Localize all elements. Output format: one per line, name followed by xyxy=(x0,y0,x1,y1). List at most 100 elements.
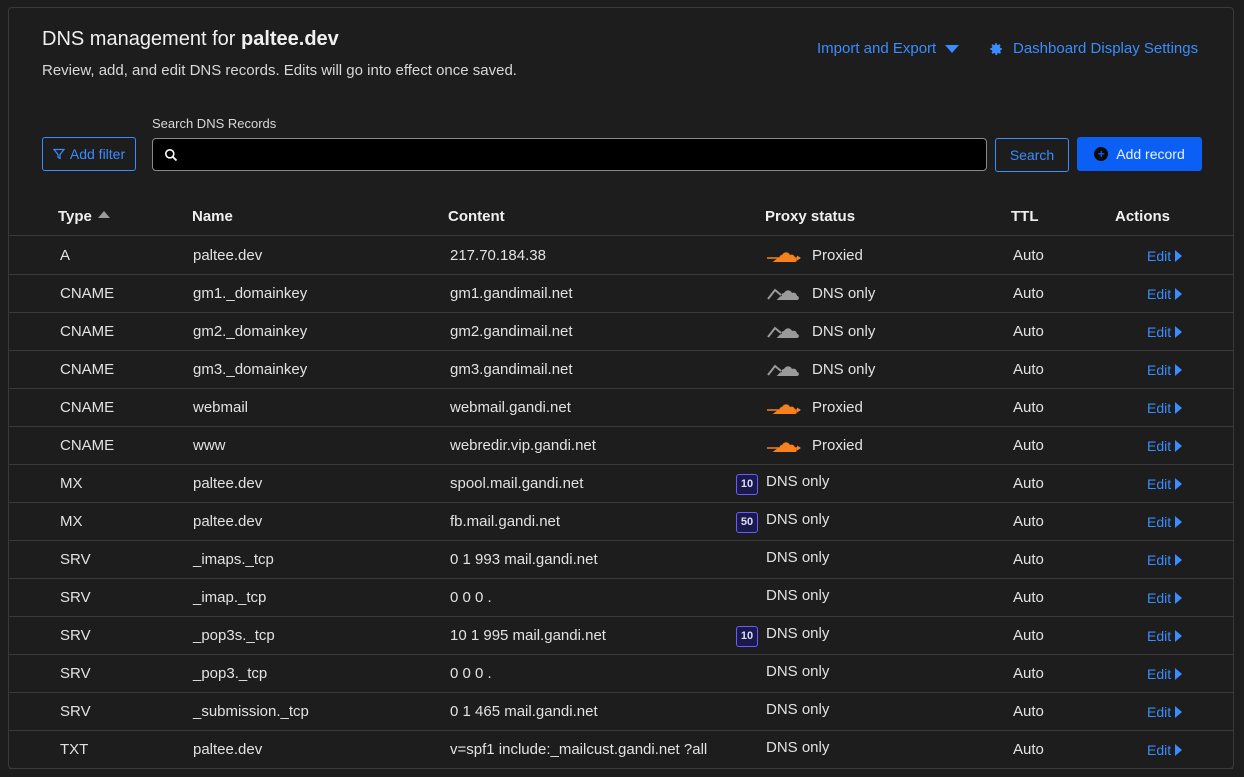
edit-button[interactable]: Edit xyxy=(1147,438,1183,454)
record-name: _imaps._tcp xyxy=(193,551,274,568)
priority-badge: 10 xyxy=(736,626,758,647)
record-ttl: Auto xyxy=(1013,589,1044,606)
chevron-right-icon xyxy=(1175,440,1183,452)
table-row: TXT paltee.dev v=spf1 include:_mailcust.ga… xyxy=(9,731,1233,769)
record-name: gm2._domainkey xyxy=(193,323,308,340)
proxy-status: DNS only xyxy=(766,663,829,680)
edit-button[interactable]: Edit xyxy=(1147,400,1183,416)
record-content: gm2.gandimail.net xyxy=(450,323,573,340)
proxy-status: Proxied xyxy=(766,435,863,455)
edit-button[interactable]: Edit xyxy=(1147,628,1183,644)
dns-management-panel: DNS management for paltee.dev Review, ad… xyxy=(8,7,1234,769)
column-header-type[interactable]: Type xyxy=(58,208,110,225)
record-name: _imap._tcp xyxy=(193,589,267,606)
edit-button[interactable]: Edit xyxy=(1147,286,1183,302)
record-content: 10 1 995 mail.gandi.net xyxy=(450,627,606,644)
record-type: TXT xyxy=(60,741,89,758)
record-content: gm3.gandimail.net xyxy=(450,361,573,378)
record-content: 0 1 465 mail.gandi.net xyxy=(450,703,598,720)
table-row: SRV _pop3._tcp 0 0 0 . DNS only Auto Edit xyxy=(9,655,1233,693)
import-export-dropdown[interactable]: Import and Export xyxy=(817,40,960,57)
edit-button[interactable]: Edit xyxy=(1147,476,1183,492)
record-type: SRV xyxy=(60,665,91,682)
proxy-status: DNS only xyxy=(766,587,829,604)
edit-button[interactable]: Edit xyxy=(1147,666,1183,682)
edit-button[interactable]: Edit xyxy=(1147,362,1183,378)
record-content: v=spf1 include:_mailcust.gandi.net ?all xyxy=(450,741,708,758)
record-name: paltee.dev xyxy=(193,475,263,492)
proxy-status-label: DNS only xyxy=(766,549,830,566)
edit-label: Edit xyxy=(1147,742,1172,758)
edit-button[interactable]: Edit xyxy=(1147,590,1183,606)
proxy-status-label: DNS only xyxy=(812,322,876,340)
edit-label: Edit xyxy=(1147,476,1172,492)
chevron-right-icon xyxy=(1175,288,1183,300)
edit-label: Edit xyxy=(1147,666,1172,682)
search-field[interactable] xyxy=(152,138,987,171)
table-row: MX paltee.dev spool.mail.gandi.net 10 DNS on… xyxy=(9,465,1233,503)
column-type-label: Type xyxy=(58,208,92,225)
plus-circle-icon: + xyxy=(1094,147,1109,161)
dashboard-display-settings-link[interactable]: Dashboard Display Settings xyxy=(989,40,1198,57)
table-row: Apaltee.dev 217.70.184.38 Proxied Auto Edit xyxy=(9,237,1233,275)
record-name: paltee.dev xyxy=(193,741,263,758)
filter-icon xyxy=(52,148,65,160)
edit-button[interactable]: Edit xyxy=(1147,514,1183,530)
column-header-ttl[interactable]: TTL xyxy=(1011,208,1039,225)
record-ttl: Auto xyxy=(1013,703,1044,720)
chevron-right-icon xyxy=(1175,744,1183,756)
record-name: paltee.dev xyxy=(193,247,263,264)
column-header-name[interactable]: Name xyxy=(192,208,233,225)
edit-label: Edit xyxy=(1147,628,1172,644)
record-type: MX xyxy=(60,513,83,530)
record-type: SRV xyxy=(60,589,91,606)
table-row: SRV _imaps._tcp 0 1 993 mail.gandi.net DNS … xyxy=(9,541,1233,579)
add-record-label: Add record xyxy=(1116,146,1185,162)
table-row: SRV _submission._tcp 0 1 465 mail.gandi.ne… xyxy=(9,693,1233,731)
record-name: _pop3s._tcp xyxy=(193,627,275,644)
edit-label: Edit xyxy=(1147,248,1172,264)
edit-label: Edit xyxy=(1147,590,1172,606)
record-type: CNAME xyxy=(60,399,115,416)
record-content: gm1.gandimail.net xyxy=(450,285,573,302)
record-type: CNAME xyxy=(60,285,115,302)
search-button[interactable]: Search xyxy=(995,138,1069,172)
record-name: gm1._domainkey xyxy=(193,285,308,302)
edit-label: Edit xyxy=(1147,552,1172,568)
page-title: DNS management for paltee.dev xyxy=(42,28,339,51)
column-header-content[interactable]: Content xyxy=(448,208,505,225)
edit-button[interactable]: Edit xyxy=(1147,552,1183,568)
table-row: CNAME gm3._domainkey gm3.gandimail.net DNS … xyxy=(9,351,1233,389)
page-subtitle: Review, add, and edit DNS records. Edits… xyxy=(42,62,517,79)
proxy-status: DNS only xyxy=(766,321,875,341)
proxy-status-label: DNS only xyxy=(766,701,830,718)
edit-label: Edit xyxy=(1147,400,1172,416)
cloud-dns-only-icon xyxy=(767,326,799,338)
edit-button[interactable]: Edit xyxy=(1147,324,1183,340)
dns-records-table: Apaltee.dev 217.70.184.38 Proxied Auto Edit C… xyxy=(9,237,1233,769)
edit-label: Edit xyxy=(1147,362,1172,378)
proxy-status: DNS only xyxy=(766,549,829,566)
import-export-label: Import and Export xyxy=(817,40,937,57)
edit-button[interactable]: Edit xyxy=(1147,704,1183,720)
record-type: CNAME xyxy=(60,361,115,378)
table-row: SRV _pop3s._tcp 10 1 995 mail.gandi.net 10 D… xyxy=(9,617,1233,655)
add-record-button[interactable]: + Add record xyxy=(1077,137,1202,171)
search-input[interactable] xyxy=(186,146,986,163)
proxy-status-label: DNS only xyxy=(766,511,830,528)
column-header-proxy-status[interactable]: Proxy status xyxy=(765,208,855,225)
record-name: webmail xyxy=(193,399,249,416)
table-row: CNAME gm2._domainkey gm2.gandimail.net DNS … xyxy=(9,313,1233,351)
record-name: paltee.dev xyxy=(193,513,263,530)
record-type: CNAME xyxy=(60,323,115,340)
proxy-status: DNS only xyxy=(766,283,875,303)
add-filter-button[interactable]: Add filter xyxy=(42,137,136,171)
settings-label: Dashboard Display Settings xyxy=(1013,40,1199,57)
record-type: CNAME xyxy=(60,437,115,454)
record-ttl: Auto xyxy=(1013,285,1044,302)
record-ttl: Auto xyxy=(1013,551,1044,568)
record-ttl: Auto xyxy=(1013,247,1044,264)
edit-button[interactable]: Edit xyxy=(1147,248,1183,264)
record-type: A xyxy=(60,247,71,264)
edit-button[interactable]: Edit xyxy=(1147,742,1183,758)
